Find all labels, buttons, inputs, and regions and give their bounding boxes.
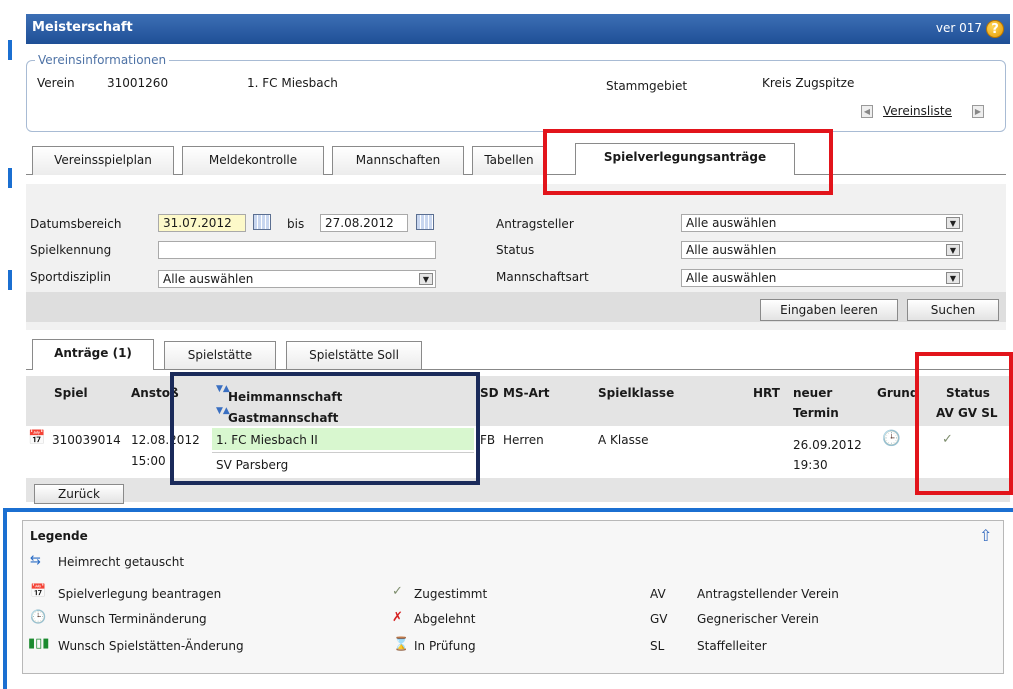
calendar-from-icon[interactable] (253, 214, 271, 230)
date-from-input[interactable]: 31.07.2012 (158, 214, 246, 232)
left-accent (8, 168, 12, 188)
club-info-title: Vereinsinformationen (35, 53, 170, 67)
mannschaftsart-value: Alle auswählen (686, 271, 777, 285)
col-hrt[interactable]: HRT (753, 386, 780, 400)
clock-icon: 🕒 (882, 429, 901, 447)
verein-name: 1. FC Miesbach (247, 76, 338, 90)
tab-vereinsspielplan[interactable]: Vereinsspielplan (32, 146, 174, 175)
next-club-icon[interactable]: ▶ (972, 105, 984, 118)
window-title: Meisterschaft (32, 20, 133, 35)
tab-meldekontrolle[interactable]: Meldekontrolle (182, 146, 324, 175)
antragsteller-select[interactable]: Alle auswählen ▼ (681, 214, 963, 232)
clear-inputs-button[interactable]: Eingaben leeren (760, 299, 898, 321)
date-to-input[interactable]: 27.08.2012 (320, 214, 408, 232)
spielkennung-label: Spielkennung (30, 243, 112, 257)
col-spielklasse[interactable]: Spielklasse (598, 386, 674, 400)
highlight-status-box (915, 352, 1013, 495)
row-time: 15:00 (131, 454, 166, 468)
mannschaftsart-label: Mannschaftsart (496, 270, 589, 284)
verein-label: Verein (37, 76, 75, 90)
highlight-legend-box (3, 508, 1013, 689)
subtab-spielstaette[interactable]: Spielstätte (164, 341, 276, 369)
col-spiel[interactable]: Spiel (54, 386, 88, 400)
col-grund[interactable]: Grund (877, 386, 918, 400)
spielverlegung-icon[interactable]: 📅 (28, 430, 45, 446)
status-label: Status (496, 243, 535, 257)
vereinsliste-link[interactable]: Vereinsliste (883, 104, 952, 118)
datumsbereich-label: Datumsbereich (30, 217, 122, 231)
calendar-to-icon[interactable] (416, 214, 434, 230)
back-button[interactable]: Zurück (34, 484, 124, 504)
row-sd: FB (480, 433, 496, 447)
antragsteller-label: Antragsteller (496, 217, 574, 231)
highlight-teams-box (170, 372, 480, 485)
highlight-tab-box (543, 129, 833, 195)
stammgebiet-value: Kreis Zugspitze (762, 76, 855, 90)
col-msart[interactable]: MS-Art (503, 386, 550, 400)
status-value: Alle auswählen (686, 243, 777, 257)
row-new-date: 26.09.2012 (793, 438, 862, 452)
antragsteller-value: Alle auswählen (686, 216, 777, 230)
prev-club-icon[interactable]: ◀ (861, 105, 873, 118)
col-neuer[interactable]: neuer (793, 386, 832, 400)
col-sd[interactable]: SD (480, 386, 499, 400)
subtab-spielstaette-soll[interactable]: Spielstätte Soll (286, 341, 422, 369)
left-accent (8, 270, 12, 290)
status-select[interactable]: Alle auswählen ▼ (681, 241, 963, 259)
club-info-panel: Vereinsinformationen (26, 53, 1006, 132)
spielkennung-input[interactable] (158, 241, 436, 259)
row-spiel: 310039014 (52, 433, 121, 447)
tab-mannschaften[interactable]: Mannschaften (332, 146, 464, 175)
chevron-down-icon[interactable]: ▼ (946, 244, 960, 256)
mannschaftsart-select[interactable]: Alle auswählen ▼ (681, 269, 963, 287)
window-titlebar: Meisterschaft ver 017 ? (26, 14, 1010, 44)
subtab-line (26, 369, 1010, 370)
tab-tabellen[interactable]: Tabellen (472, 146, 546, 175)
verein-id: 31001260 (107, 76, 169, 90)
col-termin[interactable]: Termin (793, 406, 839, 420)
version-label: ver 017 (935, 21, 982, 35)
stammgebiet-label: Stammgebiet (606, 79, 688, 93)
help-icon[interactable]: ? (986, 20, 1004, 38)
bis-label: bis (287, 217, 305, 231)
sportdisziplin-select[interactable]: Alle auswählen ▼ (158, 270, 436, 288)
chevron-down-icon[interactable]: ▼ (946, 217, 960, 229)
chevron-down-icon[interactable]: ▼ (419, 273, 433, 285)
sportdisziplin-value: Alle auswählen (163, 272, 254, 286)
chevron-down-icon[interactable]: ▼ (946, 272, 960, 284)
row-msart: Herren (503, 433, 544, 447)
search-button[interactable]: Suchen (907, 299, 999, 321)
subtab-antraege[interactable]: Anträge (1) (32, 339, 154, 370)
left-accent (8, 40, 12, 60)
row-spielklasse: A Klasse (598, 433, 649, 447)
sportdisziplin-label: Sportdisziplin (30, 270, 111, 284)
row-new-time: 19:30 (793, 458, 828, 472)
